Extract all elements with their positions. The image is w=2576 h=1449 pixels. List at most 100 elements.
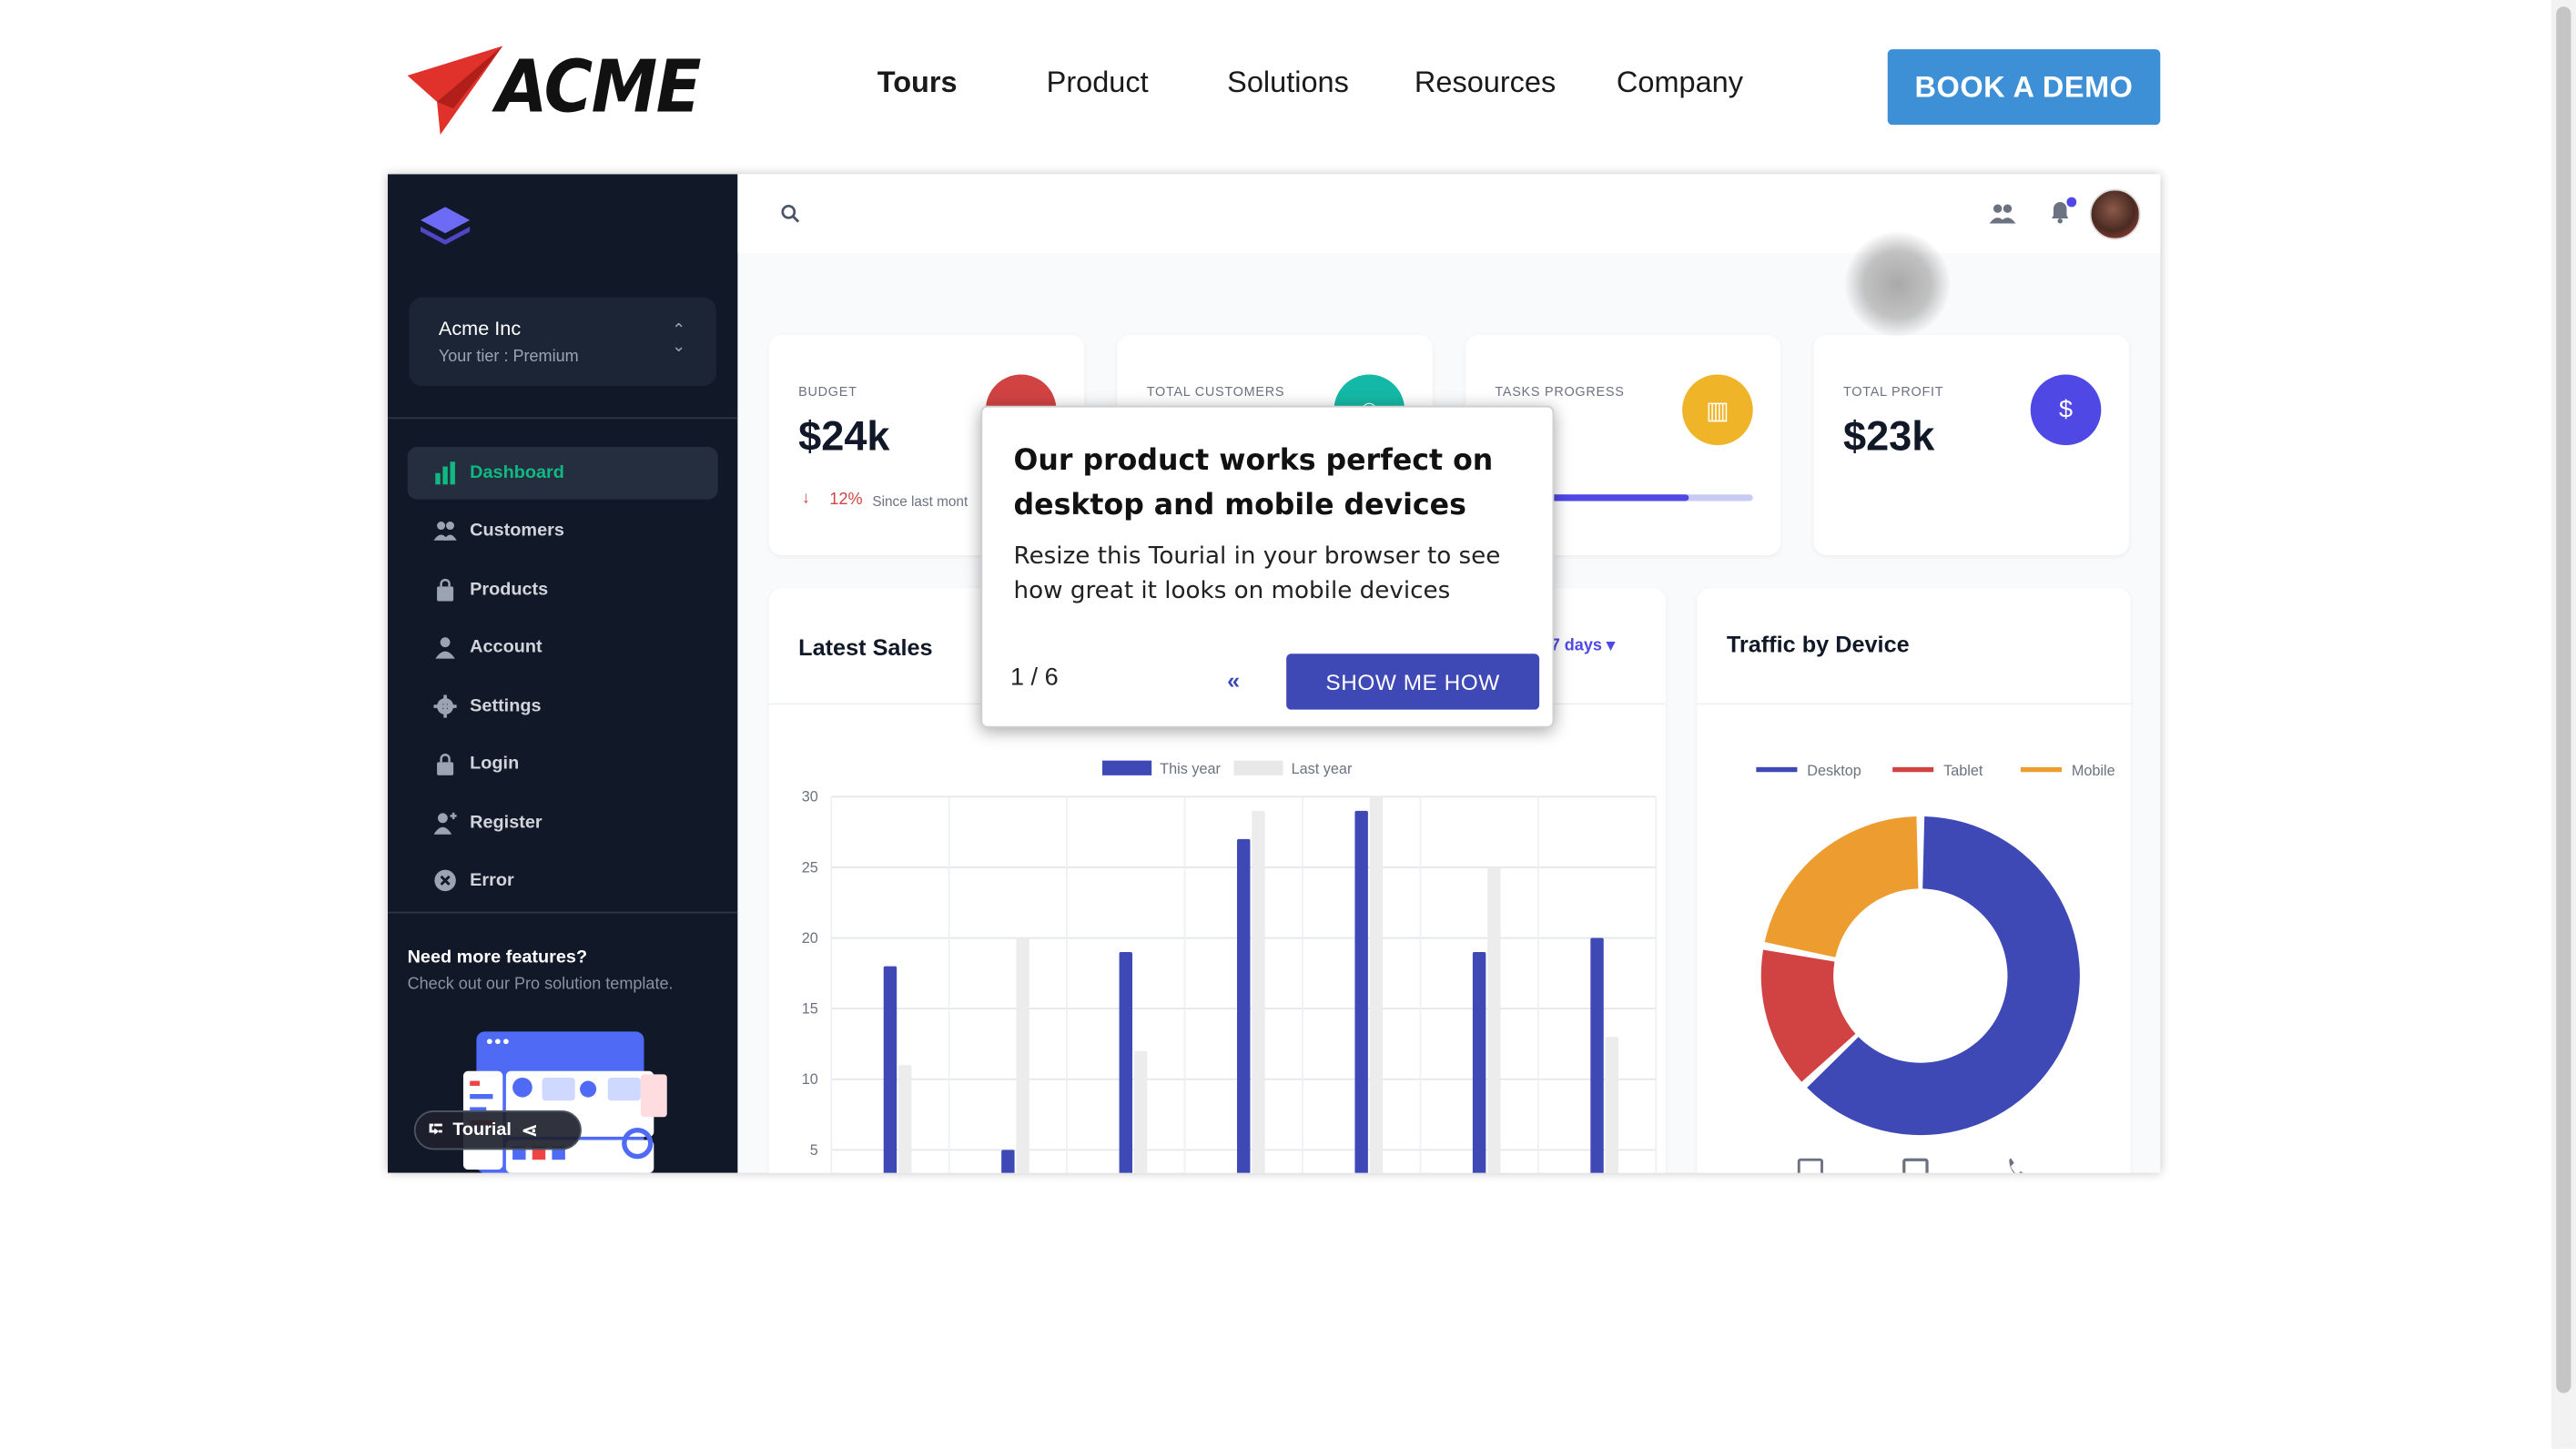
chevron-updown-icon: ⌃ ⌄ <box>672 321 686 357</box>
sidebar-item-label: Account <box>470 637 543 657</box>
phone-icon <box>2009 1158 2023 1173</box>
y-tick-label: 10 <box>802 1071 818 1088</box>
show-me-how-button[interactable]: SHOW ME HOW <box>1286 654 1540 710</box>
contacts-icon[interactable] <box>1989 202 2016 225</box>
dashboard-topbar <box>737 174 2161 253</box>
sidebar-item-label: Dashboard <box>470 462 564 483</box>
loading-spinner <box>1844 231 1951 337</box>
sidebar-item-error[interactable]: Error <box>408 854 718 907</box>
bar-chart-icon <box>435 461 455 485</box>
tour-popover: Our product works perfect on desktop and… <box>980 405 1555 728</box>
scrollbar-thumb[interactable] <box>2556 6 2571 1393</box>
nav-product[interactable]: Product <box>1047 66 1149 100</box>
legend-label: Tablet <box>1943 763 1983 779</box>
legend-swatch <box>1102 760 1152 775</box>
tasks-label: TASKS PROGRESS <box>1495 384 1625 400</box>
bar-this-year <box>1472 952 1486 1173</box>
latest-sales-title: Latest Sales <box>798 633 933 661</box>
bar-this-year <box>1001 1150 1015 1173</box>
y-tick-label: 25 <box>802 859 818 876</box>
budget-label: BUDGET <box>798 384 857 400</box>
laptop-icon <box>1797 1158 1823 1173</box>
bar-last-year <box>1016 937 1029 1173</box>
traffic-chart: Desktop Tablet Mobile <box>1756 763 2115 1173</box>
popover-body: Resize this Tourial in your browser to s… <box>1013 543 1501 605</box>
tourial-label: Tourial <box>452 1120 512 1140</box>
sidebar-item-products[interactable]: Products <box>408 563 718 616</box>
y-tick-label: 5 <box>810 1142 818 1159</box>
legend-label: Last year <box>1292 761 1353 777</box>
caret-down-icon: ▾ <box>1606 637 1616 656</box>
sidebar-item-register[interactable]: Register <box>408 796 718 849</box>
arrow-down-icon: ↓ <box>801 489 810 508</box>
nav-resources[interactable]: Resources <box>1415 66 1556 100</box>
tablet-icon <box>1902 1158 1929 1173</box>
sidebar-item-dashboard[interactable]: Dashboard <box>407 446 718 500</box>
legend-swatch <box>1892 766 1934 773</box>
sidebar-item-account[interactable]: Account <box>408 621 718 674</box>
nav-solutions[interactable]: Solutions <box>1227 66 1349 100</box>
divider <box>387 911 738 914</box>
budget-value: $24k <box>798 413 890 461</box>
dollar-icon: $ <box>2030 374 2102 446</box>
book-demo-button[interactable]: BOOK A DEMO <box>1887 49 2161 126</box>
share-icon[interactable]: ⋖ <box>522 1119 538 1141</box>
legend-label: Desktop <box>1807 763 1861 779</box>
brand-name: ACME <box>496 46 702 130</box>
pro-template-illustration <box>462 1031 667 1173</box>
shopping-bag-icon <box>437 578 454 602</box>
sidebar-item-login[interactable]: Login <box>408 737 718 790</box>
latest-sales-chart: This year Last year 5 10 15 20 25 30 <box>802 760 1658 1173</box>
popover-step: 1 / 6 <box>1009 664 1059 692</box>
sidebar-item-label: Settings <box>470 696 542 716</box>
profit-value: $23k <box>1842 413 1935 461</box>
sidebar-item-label: Products <box>470 580 549 600</box>
bell-icon[interactable] <box>2047 196 2077 225</box>
divider <box>387 417 738 420</box>
avatar[interactable] <box>2089 188 2141 240</box>
nav-company[interactable]: Company <box>1617 66 1743 100</box>
org-selector[interactable]: Acme Inc Your tier : Premium ⌃ ⌄ <box>409 297 716 387</box>
gear-icon <box>433 694 457 718</box>
paper-plane-icon <box>407 46 503 135</box>
y-tick-label: 30 <box>802 789 818 806</box>
legend-swatch <box>2020 766 2063 773</box>
traffic-card: Traffic by Device Desktop Tablet Mobile <box>1697 588 2131 1173</box>
divider <box>1697 703 2131 705</box>
sidebar-item-label: Register <box>470 813 543 834</box>
budget-change: 12% <box>829 491 863 510</box>
popover-title: Our product works perfect on desktop and… <box>1013 445 1494 522</box>
search-icon[interactable] <box>780 204 800 224</box>
range-label: 7 days <box>1550 637 1602 656</box>
bar-this-year <box>1590 937 1604 1173</box>
layers-logo-icon[interactable] <box>417 204 472 253</box>
legend-swatch <box>1756 766 1798 773</box>
sidebar-item-customers[interactable]: Customers <box>408 504 718 557</box>
legend-swatch <box>1233 760 1283 775</box>
bar-this-year <box>1119 952 1133 1173</box>
users-icon <box>433 522 457 541</box>
y-tick-label: 20 <box>802 930 818 947</box>
nav-tours[interactable]: Tours <box>877 66 958 100</box>
lock-icon <box>437 754 454 775</box>
tourial-icon: ⮓ <box>429 1119 443 1140</box>
sidebar: Acme Inc Your tier : Premium ⌃ ⌄ Dashboar… <box>387 174 738 1173</box>
donut-slice-mobile <box>1764 816 1919 958</box>
bar-this-year <box>1237 838 1251 1173</box>
budget-since: Since last mont <box>872 492 969 510</box>
bar-last-year <box>1252 810 1265 1173</box>
bar-last-year <box>1369 796 1384 1173</box>
org-name: Acme Inc <box>438 317 522 340</box>
error-circle-icon <box>434 869 456 892</box>
back-double-chevron-icon[interactable]: « <box>1227 667 1240 694</box>
bar-last-year <box>1487 866 1501 1173</box>
upsell-subtitle: Check out our Pro solution template. <box>407 976 674 994</box>
chart-icon: ▥ <box>1682 374 1753 446</box>
y-tick-label: 15 <box>802 1001 818 1018</box>
tourial-badge[interactable]: ⮓ Tourial ⋖ <box>413 1110 582 1150</box>
sidebar-item-settings[interactable]: Settings <box>408 680 718 733</box>
traffic-title: Traffic by Device <box>1726 631 1910 657</box>
range-select[interactable]: 7 days ▾ <box>1551 637 1615 655</box>
org-tier: Your tier : Premium <box>438 348 579 367</box>
bar-last-year <box>1605 1037 1618 1173</box>
